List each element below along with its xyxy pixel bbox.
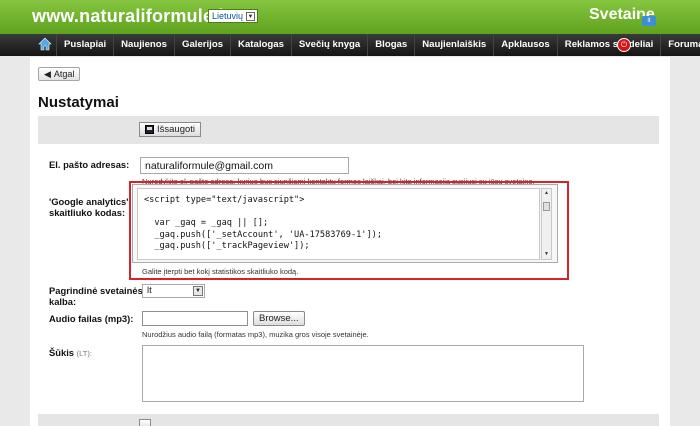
analytics-label-line1: 'Google analytics' [49,196,129,207]
audio-label: Audio failas (mp3): [49,313,134,324]
chevron-left-icon: ◀ [44,69,51,79]
save-button-label: Išsaugoti [157,124,196,135]
chevron-down-icon: ▼ [193,286,203,296]
page-title: Nustatymai [38,94,119,111]
analytics-label-line2: skaitliuko kodas: [49,207,126,218]
nav-item-apklausos[interactable]: Apklausos [493,34,557,56]
main-nav: Puslapiai Naujienos Galerijos Katalogas … [0,34,700,56]
toolbar-bottom [38,414,659,426]
back-button-label: Atgal [53,69,75,79]
email-field[interactable]: naturaliformule@gmail.com [140,157,349,174]
nav-item-puslapiai[interactable]: Puslapiai [56,34,113,56]
language-switcher-label: Lietuvių [212,11,244,21]
settings-panel: ◀ Atgal Nustatymai Išsaugoti El. pašto a… [30,57,670,426]
audio-hint: Nurodžius audio failą (formatas mp3), mu… [142,330,369,339]
nav-item-naujienos[interactable]: Naujienos [113,34,174,56]
nav-item-galerijos[interactable]: Galerijos [173,34,230,56]
save-button-bottom[interactable] [139,419,151,426]
nav-item-katalogas[interactable]: Katalogas [230,34,291,56]
nav-item-sveciu-knyga[interactable]: Svečių knyga [290,34,367,56]
power-icon[interactable]: ⏻ [617,38,631,52]
language-label-line2: kalba: [49,296,77,307]
floppy-disk-icon [145,125,154,134]
save-button[interactable]: Išsaugoti [139,122,202,137]
language-select-value: lt [147,285,152,296]
audio-file-input[interactable] [142,311,248,326]
nav-item-reklamos-skydeliai[interactable]: Reklamos skydeliai [556,34,661,56]
site-url[interactable]: www.naturaliformule.lt [32,6,230,27]
sukis-textarea[interactable] [142,345,584,402]
language-label-line1: Pagrindinė svetainės [49,285,143,296]
sukis-lang-tag: (LT): [76,349,92,358]
home-icon[interactable] [38,37,52,51]
language-select[interactable]: lt ▼ [142,284,205,298]
highlight-box [129,181,569,280]
back-button[interactable]: ◀ Atgal [38,67,81,81]
nav-item-forumas[interactable]: Forumas [660,34,700,56]
chevron-down-icon: ▼ [246,11,256,21]
browse-button[interactable]: Browse... [253,311,305,326]
nav-item-blogas[interactable]: Blogas [367,34,414,56]
sukis-label-text: Šūkis [49,347,75,358]
sukis-label: Šūkis (LT): [49,347,92,359]
email-label: El. pašto adresas: [49,159,130,170]
toolbar-top: Išsaugoti [38,116,659,144]
language-switcher[interactable]: Lietuvių ▼ [208,9,259,23]
top-header: www.naturaliformule.lt Lietuvių ▼ Svetai… [0,0,700,34]
nav-item-naujienlaiskis[interactable]: Naujienlaiškis [414,34,493,56]
logo-badge: lt [642,16,656,26]
nav-items: Puslapiai Naujienos Galerijos Katalogas … [56,34,700,56]
